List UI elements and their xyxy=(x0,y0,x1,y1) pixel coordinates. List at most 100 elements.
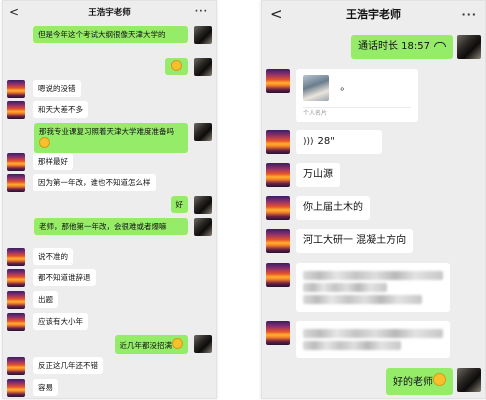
message-row: ))) 28" xyxy=(266,130,382,154)
my-avatar[interactable] xyxy=(194,196,212,214)
blurred-text-line xyxy=(303,295,422,304)
message-row: 出题 xyxy=(7,291,58,309)
contact-card-photo xyxy=(303,75,329,101)
message-row: 近几年都没招满 xyxy=(114,335,212,354)
message-text: 嗯说的没错 xyxy=(38,84,76,93)
message-bubble[interactable]: 嗯说的没错 xyxy=(33,80,81,97)
my-avatar[interactable] xyxy=(194,58,212,76)
message-row: 那样最好 xyxy=(7,153,73,171)
voice-wave-icon: ))) xyxy=(303,137,314,147)
teacher-avatar[interactable] xyxy=(266,196,290,220)
message-bubble[interactable]: 那样最好 xyxy=(33,153,73,170)
message-bubble[interactable]: 你上届土木的 xyxy=(296,196,370,220)
message-bubble[interactable]: 反正这几年还不错 xyxy=(33,357,103,374)
smile-emoji-icon xyxy=(171,60,182,71)
message-row: 和天大差不多 xyxy=(7,101,88,119)
message-text: 你上届土木的 xyxy=(303,202,363,213)
blurred-message-bubble[interactable] xyxy=(296,321,450,358)
message-row xyxy=(266,321,450,358)
teacher-avatar[interactable] xyxy=(7,269,25,287)
message-row: 反正这几年还不错 xyxy=(7,357,103,375)
teacher-avatar[interactable] xyxy=(7,313,25,331)
teacher-avatar[interactable] xyxy=(7,357,25,375)
message-bubble[interactable]: 因为第一年改，谁也不知道怎么样 xyxy=(33,174,156,191)
message-row: 应该有大小年 xyxy=(7,313,88,331)
message-bubble[interactable]: 那我专业课复习照着天津大学难度准备吗 xyxy=(34,123,188,153)
more-options-icon[interactable]: ··· xyxy=(461,8,477,21)
message-bubble[interactable]: 好的老师 xyxy=(386,368,453,395)
message-row: 好的老师 xyxy=(386,368,481,395)
back-arrow-icon[interactable]: < xyxy=(270,5,283,23)
message-text: 好的老师 xyxy=(393,377,433,388)
voice-message-bubble[interactable]: ))) 28" xyxy=(296,130,382,154)
message-bubble[interactable]: 老师，那他第一年改，会很难或者爆嘛 xyxy=(34,218,188,235)
teacher-avatar[interactable] xyxy=(7,248,25,266)
message-text: 老师，那他第一年改，会很难或者爆嘛 xyxy=(39,222,167,231)
message-row: 说不准的 xyxy=(7,248,73,266)
contact-card-name: 。 xyxy=(340,82,351,93)
teacher-avatar[interactable] xyxy=(7,379,25,397)
teacher-avatar[interactable] xyxy=(266,229,290,253)
phone-icon xyxy=(434,42,446,47)
chat-header: < 王浩宇老师 ··· xyxy=(3,1,216,23)
message-row: 但是今年这个考试大纲很像天津大学的 xyxy=(33,26,212,44)
message-row: 容易 xyxy=(7,379,58,397)
message-row: 好 xyxy=(170,196,212,214)
message-bubble[interactable]: 容易 xyxy=(33,379,58,396)
blurred-text-line xyxy=(303,341,401,350)
message-text: 但是今年这个考试大纲很像天津大学的 xyxy=(38,30,166,39)
message-text: 说不准的 xyxy=(38,252,68,261)
message-bubble[interactable] xyxy=(165,58,188,75)
message-bubble[interactable]: 出题 xyxy=(33,291,58,308)
message-row: 老师，那他第一年改，会很难或者爆嘛 xyxy=(34,218,212,236)
message-bubble[interactable]: 和天大差不多 xyxy=(33,101,88,118)
teacher-avatar[interactable] xyxy=(266,321,290,345)
message-text: 都不知道谁辞退 xyxy=(38,273,91,282)
message-row: 因为第一年改，谁也不知道怎么样 xyxy=(7,174,156,192)
teacher-avatar[interactable] xyxy=(266,163,290,187)
message-bubble[interactable]: 但是今年这个考试大纲很像天津大学的 xyxy=(33,26,188,43)
left-chat-screen: < 王浩宇老师 ··· 但是今年这个考试大纲很像天津大学的 嗯说的没错 和天大差… xyxy=(2,0,217,399)
message-bubble[interactable]: 应该有大小年 xyxy=(33,313,88,330)
smile-emoji-icon xyxy=(39,137,50,148)
my-avatar[interactable] xyxy=(194,218,212,236)
message-bubble[interactable]: 都不知道谁辞退 xyxy=(33,269,96,286)
message-row: 都不知道谁辞退 xyxy=(7,269,96,287)
message-bubble[interactable]: 近几年都没招满 xyxy=(114,335,188,354)
more-options-icon[interactable]: ··· xyxy=(195,7,208,17)
teacher-avatar[interactable] xyxy=(7,153,25,171)
message-bubble[interactable]: 说不准的 xyxy=(33,248,73,265)
message-text: 反正这几年还不错 xyxy=(38,361,98,370)
chat-header: < 王浩宇老师 ··· xyxy=(262,1,485,27)
message-text: 近几年都没招满 xyxy=(119,341,173,350)
call-record-bubble[interactable]: 通话时长 18:57 xyxy=(351,35,453,59)
blurred-text-line xyxy=(303,329,443,338)
contact-card-label: 个人名片 xyxy=(303,110,328,117)
call-duration-text: 通话时长 18:57 xyxy=(358,41,430,52)
my-avatar[interactable] xyxy=(194,335,212,353)
message-row: 那我专业课复习照着天津大学难度准备吗 xyxy=(34,123,212,153)
teacher-avatar[interactable] xyxy=(7,174,25,192)
message-row xyxy=(266,263,450,312)
message-row: 河工大研一 混凝土方向 xyxy=(266,229,414,253)
teacher-avatar[interactable] xyxy=(7,291,25,309)
right-chat-screen: < 王浩宇老师 ··· 通话时长 18:57 。 个人名片 ))) 28" 万山源 xyxy=(261,0,486,399)
contact-card[interactable]: 。 个人名片 xyxy=(296,69,418,122)
my-avatar[interactable] xyxy=(457,35,481,59)
message-text: 那我专业课复习照着天津大学难度准备吗 xyxy=(39,127,174,136)
my-avatar[interactable] xyxy=(194,26,212,44)
teacher-avatar[interactable] xyxy=(266,130,290,154)
message-text: 应该有大小年 xyxy=(38,317,83,326)
blurred-message-bubble[interactable] xyxy=(296,263,450,312)
teacher-avatar[interactable] xyxy=(266,69,290,93)
message-bubble[interactable]: 万山源 xyxy=(296,163,340,187)
message-bubble[interactable]: 好 xyxy=(170,196,188,213)
back-arrow-icon[interactable]: < xyxy=(9,5,19,19)
teacher-avatar[interactable] xyxy=(7,101,25,119)
my-avatar[interactable] xyxy=(457,368,481,392)
teacher-avatar[interactable] xyxy=(7,80,25,98)
teacher-avatar[interactable] xyxy=(266,263,290,287)
message-bubble[interactable]: 河工大研一 混凝土方向 xyxy=(296,229,414,253)
my-avatar[interactable] xyxy=(194,123,212,141)
chat-title: 王浩宇老师 xyxy=(88,8,131,18)
